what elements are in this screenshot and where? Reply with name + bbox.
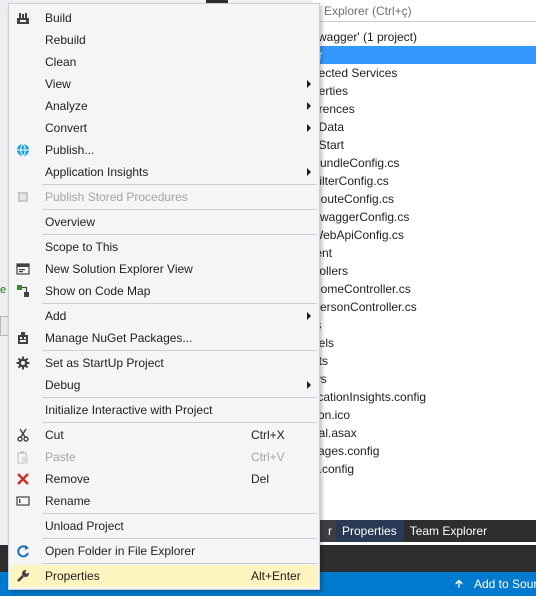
tree-item[interactable]: RouteConfig.cs	[312, 190, 536, 208]
add-to-source-control-button[interactable]: Add to Sour	[474, 572, 536, 596]
menu-separator	[42, 303, 317, 304]
code-map-icon	[15, 283, 31, 299]
submenu-arrow-icon	[307, 168, 311, 176]
menu-item-scope-to-this[interactable]: Scope to This	[10, 236, 318, 258]
menu-separator	[42, 209, 317, 210]
tree-item[interactable]: BundleConfig.cs	[312, 154, 536, 172]
tree-item[interactable]: swagger' (1 project)	[312, 28, 536, 46]
submenu-arrow-icon	[307, 102, 311, 110]
tree-item[interactable]: trollers	[312, 262, 536, 280]
submenu-arrow-icon	[307, 124, 311, 132]
submenu-arrow-icon	[307, 80, 311, 88]
tree-item[interactable]: _Data	[312, 118, 536, 136]
solution-explorer-search-input[interactable]: Explorer (Ctrl+ç)	[312, 0, 536, 22]
tool-window-tab-strip: r Properties Team Explorer	[312, 520, 536, 542]
globe-icon	[15, 142, 31, 158]
menu-item-publish[interactable]: Publish...	[10, 139, 318, 161]
menu-item-set-as-startup-project[interactable]: Set as StartUp Project	[10, 352, 318, 374]
menu-separator	[42, 234, 317, 235]
tree-item[interactable]: con.ico	[312, 406, 536, 424]
tree-item[interactable]: erences	[312, 100, 536, 118]
menu-item-rename[interactable]: Rename	[10, 490, 318, 512]
open-folder-icon	[15, 543, 31, 559]
menu-separator	[42, 397, 317, 398]
tree-item[interactable]: FilterConfig.cs	[312, 172, 536, 190]
menu-item-convert[interactable]: Convert	[10, 117, 318, 139]
arrow-up-icon[interactable]: 🡱	[455, 572, 463, 596]
tree-item[interactable]: dels	[312, 334, 536, 352]
tree-item[interactable]: SwaggerConfig.cs	[312, 208, 536, 226]
tree-item[interactable]: ws	[312, 370, 536, 388]
menu-item-show-on-code-map[interactable]: Show on Code Map	[10, 280, 318, 302]
menu-item-initialize-interactive[interactable]: Initialize Interactive with Project	[10, 399, 318, 421]
menu-item-remove[interactable]: Remove Del	[10, 468, 318, 490]
menu-item-publish-stored-procedures[interactable]: Publish Stored Procedures	[10, 186, 318, 208]
left-edge-green-glyph: e	[0, 284, 7, 296]
scissors-icon	[15, 427, 31, 443]
menu-item-build[interactable]: Build	[10, 7, 318, 29]
tree-item[interactable]: PersonController.cs	[312, 298, 536, 316]
tree-item[interactable]: ts	[312, 316, 536, 334]
menu-item-view[interactable]: View	[10, 73, 318, 95]
tree-item[interactable]: pts	[312, 352, 536, 370]
menu-item-rebuild[interactable]: Rebuild	[10, 29, 318, 51]
menu-item-overview[interactable]: Overview	[10, 211, 318, 233]
menu-item-add[interactable]: Add	[10, 305, 318, 327]
tab-team-explorer[interactable]: Team Explorer	[404, 520, 494, 542]
menu-separator	[42, 350, 317, 351]
menu-item-analyze[interactable]: Analyze	[10, 95, 318, 117]
tree-item-selected[interactable]: er	[312, 46, 536, 64]
build-icon	[15, 10, 31, 26]
menu-item-properties[interactable]: Properties Alt+Enter	[10, 565, 318, 587]
tree-item[interactable]: tent	[312, 244, 536, 262]
menu-item-unload-project[interactable]: Unload Project	[10, 515, 318, 537]
tree-item[interactable]: WebApiConfig.cs	[312, 226, 536, 244]
tree-item[interactable]: perties	[312, 82, 536, 100]
menu-item-clean[interactable]: Clean	[10, 51, 318, 73]
menu-separator	[42, 513, 317, 514]
paste-icon	[15, 449, 31, 465]
tree-item[interactable]: kages.config	[312, 442, 536, 460]
wrench-icon	[15, 568, 31, 584]
submenu-arrow-icon	[307, 381, 311, 389]
tree-item[interactable]: b.config	[312, 460, 536, 478]
project-context-menu: Build Rebuild Clean View Analyze Convert…	[8, 3, 320, 590]
menu-separator	[42, 563, 317, 564]
submenu-arrow-icon	[307, 312, 311, 320]
remove-icon	[15, 471, 31, 487]
rename-icon	[15, 493, 31, 509]
menu-item-application-insights[interactable]: Application Insights	[10, 161, 318, 183]
tree-item[interactable]: nected Services	[312, 64, 536, 82]
menu-separator	[42, 538, 317, 539]
menu-item-open-folder-in-file-explorer[interactable]: Open Folder in File Explorer	[10, 540, 318, 562]
database-icon	[15, 189, 31, 205]
tree-item[interactable]: HomeController.cs	[312, 280, 536, 298]
tree-item[interactable]: _Start	[312, 136, 536, 154]
menu-separator	[42, 422, 317, 423]
menu-item-cut[interactable]: Cut Ctrl+X	[10, 424, 318, 446]
gear-icon	[15, 355, 31, 371]
menu-item-paste[interactable]: Paste Ctrl+V	[10, 446, 318, 468]
menu-separator	[42, 184, 317, 185]
menu-item-debug[interactable]: Debug	[10, 374, 318, 396]
nuget-icon	[15, 330, 31, 346]
tree-item[interactable]: licationInsights.config	[312, 388, 536, 406]
menu-item-new-solution-explorer-view[interactable]: New Solution Explorer View	[10, 258, 318, 280]
new-view-icon	[15, 261, 31, 277]
tab-properties[interactable]: Properties	[336, 520, 404, 542]
menu-item-manage-nuget-packages[interactable]: Manage NuGet Packages...	[10, 327, 318, 349]
tree-item[interactable]: bal.asax	[312, 424, 536, 442]
